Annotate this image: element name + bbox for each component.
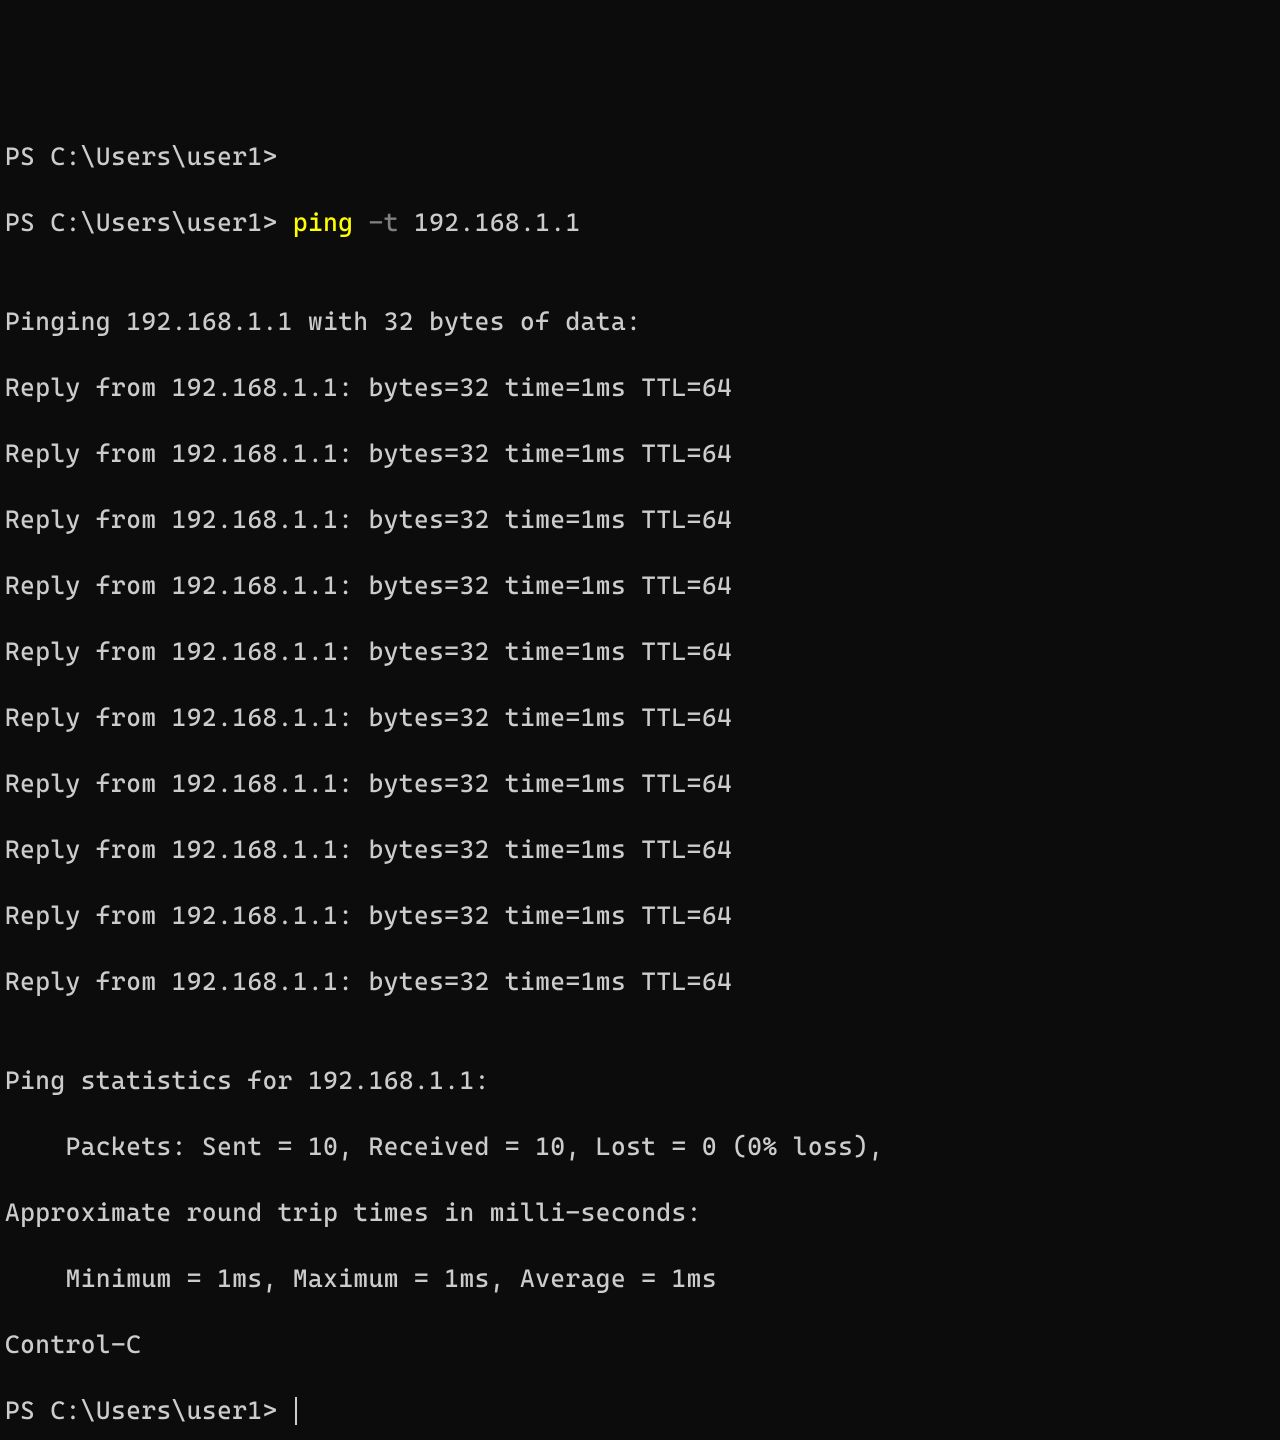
command-address: 192.168.1.1 — [414, 208, 581, 237]
cursor-icon — [295, 1397, 297, 1425]
stats-packets: Packets: Sent = 10, Received = 10, Lost … — [5, 1130, 1275, 1163]
prompt-text: PS C:\Users\user1> — [5, 208, 293, 237]
ping-reply: Reply from 192.168.1.1: bytes=32 time=1m… — [5, 965, 1275, 998]
prompt-line-command: PS C:\Users\user1> ping -t 192.168.1.1 — [5, 206, 1275, 239]
ping-reply: Reply from 192.168.1.1: bytes=32 time=1m… — [5, 437, 1275, 470]
stats-rtt: Minimum = 1ms, Maximum = 1ms, Average = … — [5, 1262, 1275, 1295]
prompt-line-empty: PS C:\Users\user1> — [5, 140, 1275, 173]
prompt-text: PS C:\Users\user1> — [5, 142, 278, 171]
ping-reply: Reply from 192.168.1.1: bytes=32 time=1m… — [5, 371, 1275, 404]
command-text: ping — [293, 208, 354, 237]
control-c: Control-C — [5, 1328, 1275, 1361]
ping-reply: Reply from 192.168.1.1: bytes=32 time=1m… — [5, 833, 1275, 866]
prompt-line-cursor[interactable]: PS C:\Users\user1> — [5, 1394, 1275, 1427]
ping-reply: Reply from 192.168.1.1: bytes=32 time=1m… — [5, 701, 1275, 734]
prompt-text: PS C:\Users\user1> — [5, 1396, 293, 1425]
command-arg: -t — [369, 208, 399, 237]
ping-reply: Reply from 192.168.1.1: bytes=32 time=1m… — [5, 767, 1275, 800]
ping-reply: Reply from 192.168.1.1: bytes=32 time=1m… — [5, 569, 1275, 602]
ping-reply: Reply from 192.168.1.1: bytes=32 time=1m… — [5, 899, 1275, 932]
stats-rtt-header: Approximate round trip times in milli-se… — [5, 1196, 1275, 1229]
pinging-header: Pinging 192.168.1.1 with 32 bytes of dat… — [5, 305, 1275, 338]
ping-reply: Reply from 192.168.1.1: bytes=32 time=1m… — [5, 635, 1275, 668]
ping-reply: Reply from 192.168.1.1: bytes=32 time=1m… — [5, 503, 1275, 536]
stats-header: Ping statistics for 192.168.1.1: — [5, 1064, 1275, 1097]
